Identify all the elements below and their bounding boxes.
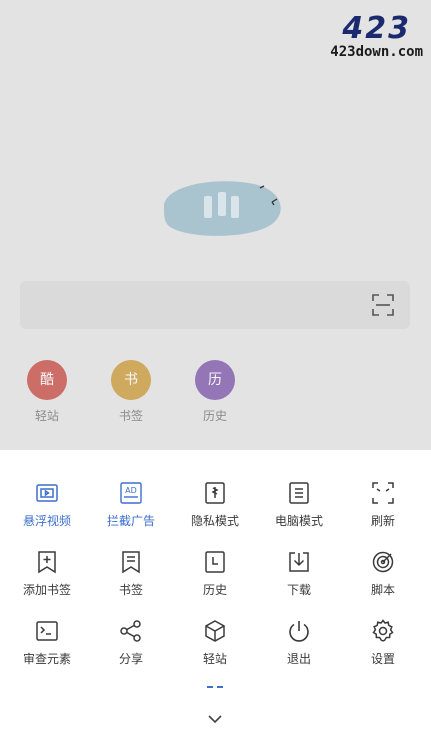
shortcut-label: 历史 bbox=[202, 409, 227, 423]
menu-item-history[interactable]: 历史 bbox=[172, 550, 258, 598]
menu-item-share[interactable]: 分享 bbox=[88, 619, 174, 667]
search-bar[interactable] bbox=[20, 281, 410, 329]
scan-icon[interactable] bbox=[372, 294, 394, 316]
shortcut-label: 书签 bbox=[118, 409, 143, 423]
inspect-element-icon bbox=[35, 619, 59, 643]
menu-item-inspect-element[interactable]: 审查元素 bbox=[4, 619, 90, 667]
add-bookmark-icon bbox=[35, 550, 59, 574]
shortcut-history[interactable]: 历 历史 bbox=[185, 360, 245, 424]
watermark-big-text: 423 bbox=[342, 11, 411, 46]
ad-block-icon: AD bbox=[119, 481, 143, 505]
shortcut-icon: 书 bbox=[111, 360, 151, 400]
menu-item-light-site[interactable]: 轻站 bbox=[172, 619, 258, 667]
menu-item-refresh[interactable]: 刷新 bbox=[340, 481, 426, 529]
desktop-mode-icon bbox=[287, 481, 311, 505]
exit-icon bbox=[287, 619, 311, 643]
menu-item-desktop-mode[interactable]: 电脑模式 bbox=[256, 481, 342, 529]
shortcut-icon: 历 bbox=[195, 360, 235, 400]
settings-icon bbox=[371, 619, 395, 643]
watermark-logo: 423 423down.com bbox=[330, 11, 423, 61]
menu-item-add-bookmark[interactable]: 添加书签 bbox=[4, 550, 90, 598]
menu-item-label: 分享 bbox=[118, 652, 143, 666]
menu-item-label: 拦截广告 bbox=[106, 514, 155, 528]
script-icon bbox=[371, 550, 395, 574]
menu-item-label: 电脑模式 bbox=[274, 514, 323, 528]
light-site-icon bbox=[203, 619, 227, 643]
menu-item-label: 脚本 bbox=[370, 583, 395, 597]
menu-item-exit[interactable]: 退出 bbox=[256, 619, 342, 667]
shortcut-bookmarks[interactable]: 书 书签 bbox=[101, 360, 161, 424]
menu-item-download[interactable]: 下载 bbox=[256, 550, 342, 598]
menu-item-label: 添加书签 bbox=[22, 583, 71, 597]
privacy-mode-icon bbox=[203, 481, 227, 505]
menu-item-label: 隐私模式 bbox=[190, 514, 239, 528]
watermark-small-text: 423down.com bbox=[330, 44, 423, 60]
bookmark-icon bbox=[119, 550, 143, 574]
svg-text:AD: AD bbox=[125, 486, 137, 495]
share-icon bbox=[119, 619, 143, 643]
menu-item-settings[interactable]: 设置 bbox=[340, 619, 426, 667]
menu-item-label: 审查元素 bbox=[22, 652, 71, 666]
collapse-menu-chevron-down-icon[interactable] bbox=[205, 709, 225, 729]
browser-logo bbox=[154, 178, 286, 238]
menu-item-label: 书签 bbox=[118, 583, 143, 597]
refresh-icon bbox=[371, 481, 395, 505]
page-indicator bbox=[207, 686, 223, 688]
shortcut-icon: 酷 bbox=[27, 360, 67, 400]
menu-item-label: 设置 bbox=[370, 652, 395, 666]
menu-item-label: 刷新 bbox=[370, 514, 395, 528]
menu-item-script[interactable]: 脚本 bbox=[340, 550, 426, 598]
floating-video-icon bbox=[35, 481, 59, 505]
shortcut-label: 轻站 bbox=[34, 409, 59, 423]
download-icon bbox=[287, 550, 311, 574]
menu-item-ad-block[interactable]: AD 拦截广告 bbox=[88, 481, 174, 529]
menu-item-label: 轻站 bbox=[202, 652, 227, 666]
menu-item-floating-video[interactable]: 悬浮视频 bbox=[4, 481, 90, 529]
menu-item-label: 退出 bbox=[286, 652, 311, 666]
menu-item-privacy-mode[interactable]: 隐私模式 bbox=[172, 481, 258, 529]
history-icon bbox=[203, 550, 227, 574]
shortcut-light-site[interactable]: 酷 轻站 bbox=[17, 360, 77, 424]
menu-item-label: 历史 bbox=[202, 583, 227, 597]
menu-item-label: 悬浮视频 bbox=[22, 514, 71, 528]
menu-item-label: 下载 bbox=[286, 583, 311, 597]
menu-item-bookmarks[interactable]: 书签 bbox=[88, 550, 174, 598]
